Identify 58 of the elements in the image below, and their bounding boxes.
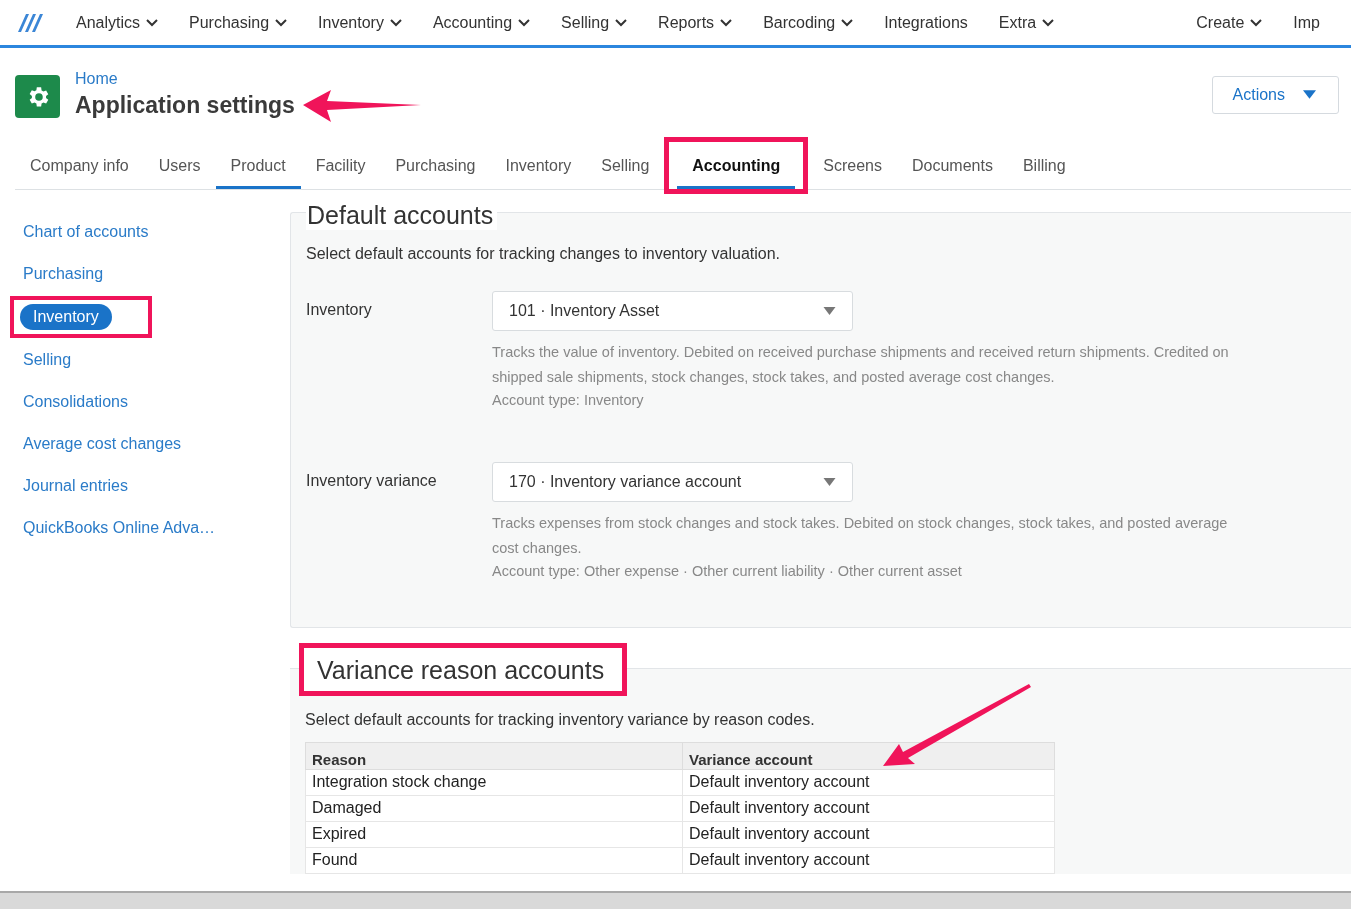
page-title: Application settings — [75, 92, 295, 119]
settings-tab[interactable]: Users — [143, 146, 216, 189]
account-type-text: Account type: Other expense · Other current liability · Other current asset — [492, 562, 963, 581]
account-dropdown[interactable]: 101 · Inventory Asset — [492, 291, 853, 331]
nav-menu-item[interactable]: Imp — [1293, 13, 1320, 32]
nav-menu-item[interactable]: Create — [1196, 13, 1263, 32]
settings-tab[interactable]: Screens — [808, 146, 897, 189]
nav-menu-item[interactable]: Barcoding — [763, 13, 854, 32]
table-cell: Expired — [305, 821, 683, 848]
settings-tab[interactable]: Selling — [586, 146, 665, 189]
settings-tab[interactable]: Facility — [300, 146, 381, 189]
caret-down-icon — [1303, 90, 1316, 99]
nav-menu-item[interactable]: Analytics — [76, 13, 159, 32]
field-label: Inventory — [306, 301, 373, 320]
gear-icon — [15, 75, 60, 118]
table-cell: Default inventory account — [682, 769, 1055, 796]
sidebar-item[interactable]: Inventory — [20, 304, 112, 330]
account-dropdown[interactable]: 170 · Inventory variance account — [492, 462, 853, 502]
nav-menu-item[interactable]: Reports — [658, 13, 733, 32]
settings-tab[interactable]: Documents — [897, 146, 1008, 189]
sidebar-item[interactable]: Purchasing — [10, 261, 117, 287]
settings-tab[interactable]: Product — [215, 146, 301, 189]
table-cell: Default inventory account — [682, 795, 1055, 822]
sidebar-item[interactable]: Journal entries — [10, 473, 141, 499]
sidebar-item[interactable]: Consolidations — [10, 389, 141, 415]
table-cell: Damaged — [305, 795, 683, 822]
settings-tab[interactable]: Accounting — [677, 146, 796, 189]
field-label: Inventory variance — [306, 472, 438, 491]
table-cell: Integration stock change — [305, 769, 683, 796]
nav-menu-item[interactable]: Purchasing — [189, 13, 288, 32]
settings-tab[interactable]: Purchasing — [380, 146, 491, 189]
nav-menu-item[interactable]: Selling — [561, 13, 628, 32]
nav-menu-item[interactable]: Inventory — [318, 13, 402, 32]
column-header: Variance account — [682, 742, 1055, 770]
section-description: Select default accounts for tracking changes to inventory valuation. — [306, 245, 782, 263]
table-cell: Default inventory account — [682, 821, 1055, 848]
section-description: Select default accounts for tracking inventory variance by reason codes. — [305, 711, 816, 729]
column-header: Reason — [305, 742, 683, 770]
sidebar-item[interactable]: Chart of accounts — [10, 219, 162, 245]
sidebar-item[interactable]: Average cost changes — [10, 431, 195, 457]
settings-tab[interactable]: Company info — [15, 146, 144, 189]
nav-menu-item[interactable]: Integrations — [884, 13, 968, 32]
sidebar-item[interactable]: Selling — [10, 347, 85, 373]
table-cell: Found — [305, 847, 683, 874]
nav-menu-item[interactable]: Extra — [998, 13, 1055, 32]
caret-down-icon — [823, 478, 836, 486]
nav-menu-item[interactable]: Accounting — [432, 13, 531, 32]
help-text: Tracks the value of inventory. Debited on received purchase shipments and received return shipments. Credited on shipped sale shipments, stock changes, stock takes, and posted average cost changes. — [492, 343, 1230, 387]
actions-button[interactable]: Actions — [1211, 75, 1339, 114]
logo-icon[interactable] — [16, 11, 46, 34]
settings-tab[interactable]: Billing — [1007, 146, 1081, 189]
caret-down-icon — [823, 307, 836, 315]
settings-tab[interactable]: Inventory — [490, 146, 587, 189]
breadcrumb-link[interactable]: Home — [75, 69, 118, 88]
table-cell: Default inventory account — [682, 847, 1055, 874]
help-text: Tracks expenses from stock changes and stock takes. Debited on stock changes, stock takes, and posted average cost changes. — [492, 514, 1229, 558]
sidebar-item[interactable]: QuickBooks Online Adva… — [10, 515, 229, 541]
account-type-text: Account type: Inventory — [492, 391, 645, 410]
